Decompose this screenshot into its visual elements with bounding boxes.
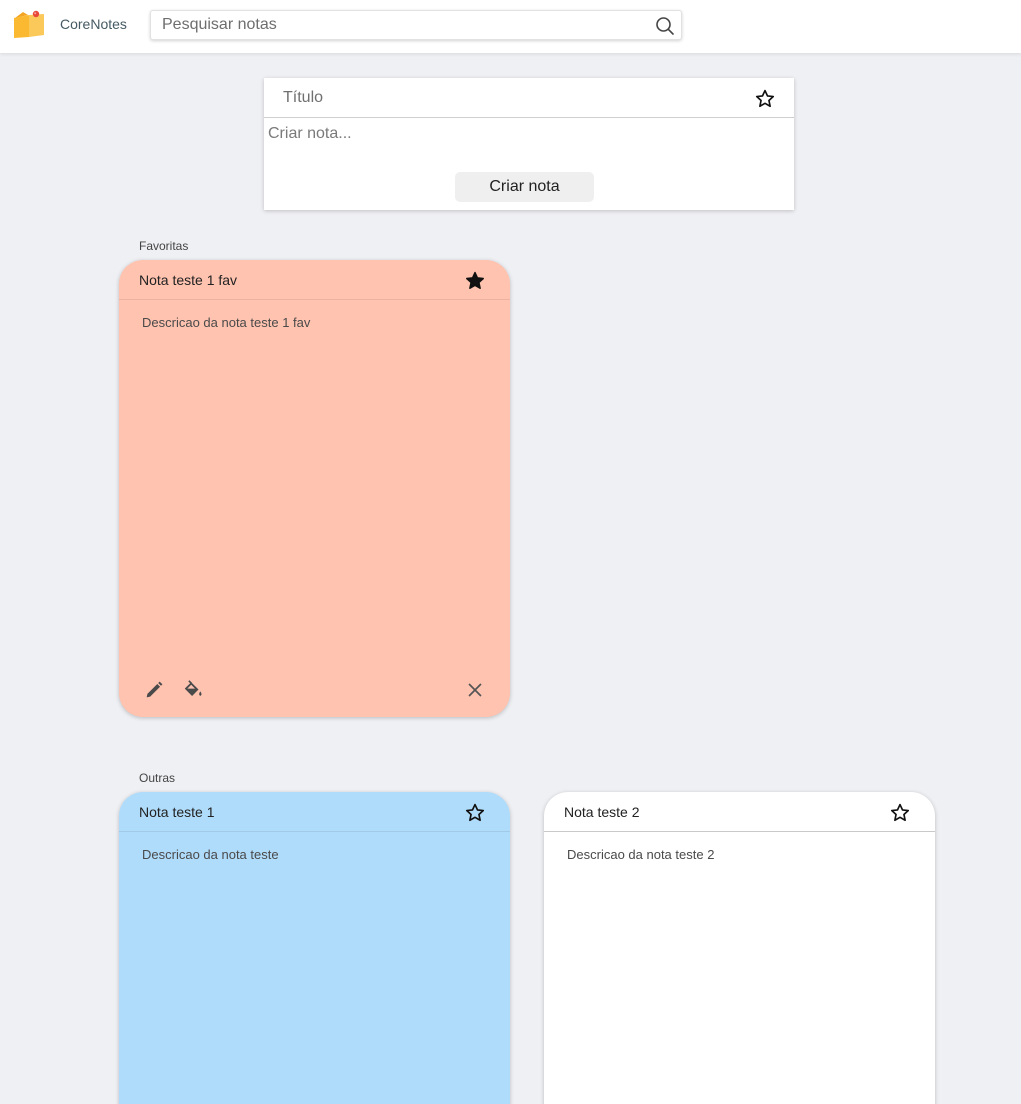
section-label-favorites: Favoritas [139,239,189,253]
search-bar [150,10,682,40]
star-outline-icon[interactable] [889,802,911,824]
create-note-form: Criar nota [264,78,794,210]
note-title[interactable]: Nota teste 2 [564,804,640,820]
close-icon[interactable] [464,679,486,701]
note-actions [119,677,510,703]
note-title[interactable]: Nota teste 1 fav [139,272,237,288]
note-card[interactable]: Nota teste 1 fav Descricao da nota teste… [119,260,510,717]
create-title-row [264,78,794,118]
note-description[interactable]: Descricao da nota teste [142,847,279,862]
sticky-note-icon[interactable] [13,9,45,39]
note-description[interactable]: Descricao da nota teste 2 [567,847,714,862]
paint-bucket-icon[interactable] [182,679,204,701]
pencil-icon[interactable] [143,679,165,701]
note-card[interactable]: Nota teste 2 Descricao da nota teste 2 [544,792,935,1104]
app-name[interactable]: CoreNotes [60,16,127,32]
star-outline-icon[interactable] [754,88,776,110]
create-note-button[interactable]: Criar nota [455,172,594,202]
note-title-input[interactable] [264,78,734,117]
star-outline-icon[interactable] [464,802,486,824]
star-filled-icon[interactable] [464,270,486,292]
app-header: CoreNotes [0,0,1021,53]
note-description[interactable]: Descricao da nota teste 1 fav [142,315,310,330]
note-header: Nota teste 1 [119,792,510,832]
search-input[interactable] [151,11,647,39]
search-icon[interactable] [655,16,675,36]
section-label-others: Outras [139,771,176,785]
note-header: Nota teste 1 fav [119,260,510,300]
note-body-input[interactable] [264,119,794,167]
note-title[interactable]: Nota teste 1 [139,804,215,820]
note-header: Nota teste 2 [544,792,935,832]
note-card[interactable]: Nota teste 1 Descricao da nota teste [119,792,510,1104]
